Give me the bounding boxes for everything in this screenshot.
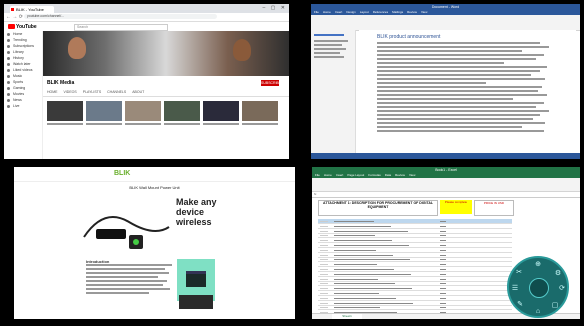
ribbon-tab[interactable]: View: [421, 10, 427, 15]
word-statusbar: [311, 153, 580, 159]
tab-channels[interactable]: CHANNELS: [107, 90, 126, 96]
address-bar: ← → ⟳ youtube.com/channel/...: [4, 13, 289, 22]
menu-icon: [7, 32, 10, 36]
back-forward-icon[interactable]: ← → ⟳: [6, 13, 23, 21]
radial-item-icon[interactable]: ✎: [516, 301, 524, 309]
menu-icon: [7, 50, 10, 54]
video-thumbnail[interactable]: [86, 101, 122, 127]
menu-icon: [7, 86, 10, 90]
navigation-pane: [311, 30, 356, 153]
ribbon-tab[interactable]: File: [314, 10, 319, 15]
youtube-main: BLIK Media SUBSCRIBE HOME VIDEOS PLAYLIS…: [43, 31, 289, 159]
play-icon: [8, 24, 15, 30]
menu-icon: [7, 92, 10, 96]
ribbon-tabs: File Home Insert Design Layout Reference…: [311, 10, 580, 15]
radial-item-icon[interactable]: ▢: [551, 302, 559, 310]
ad-headline: Make any device wireless: [176, 197, 217, 227]
browser-window: BLIK - YouTube – ▢ ✕ ← → ⟳ youtube.com/c…: [4, 4, 289, 159]
url-field[interactable]: youtube.com/channel/...: [24, 14, 217, 19]
radial-center-button[interactable]: [529, 278, 549, 298]
sheet-header: ATTACHMENT 1: DESCRIPTION FOR PROCUREMEN…: [318, 200, 438, 216]
menu-icon: [7, 98, 10, 102]
site-logo[interactable]: BLIK: [114, 170, 130, 177]
ribbon-tab[interactable]: Review: [407, 10, 417, 15]
youtube-favicon-icon: [11, 8, 14, 11]
menu-icon: [7, 74, 10, 78]
ribbon-tab[interactable]: Home: [323, 10, 331, 15]
product-page-window: BLIK BLIK Wall Mount Power Unit Make any…: [14, 167, 295, 319]
menu-icon: [7, 62, 10, 66]
radial-menu[interactable]: ⊕ ⚙ ⟳ ▢ ⌂ ✎ ☰ ✂: [507, 256, 569, 318]
ribbon-tab[interactable]: Home: [324, 173, 332, 178]
document-page[interactable]: BLIK product announcement: [359, 30, 576, 153]
excel-ribbon: File Home Insert Page Layout Formulas Da…: [312, 173, 580, 192]
sheet-tab[interactable]: Sheet1: [332, 314, 362, 319]
menu-icon: [7, 44, 10, 48]
ribbon-tab[interactable]: Insert: [336, 173, 344, 178]
radial-item-icon[interactable]: ⌂: [534, 308, 542, 316]
ribbon-tab[interactable]: File: [315, 173, 320, 178]
sidebar-item[interactable]: Live: [4, 103, 42, 109]
radial-item-icon[interactable]: ⟳: [558, 285, 566, 293]
window-controls[interactable]: – ▢ ✕: [263, 5, 287, 11]
word-window: Document - Word File Home Insert Design …: [311, 4, 580, 159]
red-note-cell: PRICE IN USD: [474, 200, 514, 216]
tab-about[interactable]: ABOUT: [132, 90, 144, 96]
ribbon-tab[interactable]: View: [409, 173, 415, 178]
video-thumbnail[interactable]: [125, 101, 161, 127]
youtube-sidebar: Home Trending Subscriptions Library Hist…: [4, 31, 43, 159]
subscribe-button[interactable]: SUBSCRIBE: [261, 80, 281, 86]
video-thumbnail[interactable]: [203, 101, 239, 127]
ribbon-tab[interactable]: Layout: [360, 10, 369, 15]
menu-icon: [7, 56, 10, 60]
ribbon-tab[interactable]: Review: [395, 173, 405, 178]
browser-tabbar: BLIK - YouTube – ▢ ✕: [4, 4, 289, 13]
radial-item-icon[interactable]: ⊕: [534, 261, 542, 269]
ribbon-tab[interactable]: Insert: [335, 10, 343, 15]
tab-playlists[interactable]: PLAYLISTS: [83, 90, 101, 96]
ribbon-tab[interactable]: Formulas: [368, 173, 381, 178]
video-thumbnail[interactable]: [47, 101, 83, 127]
video-row: [43, 97, 289, 131]
search-input[interactable]: Search: [74, 24, 168, 31]
word-ribbon: File Home Insert Design Layout Reference…: [311, 10, 580, 31]
menu-icon: [7, 80, 10, 84]
ribbon-tabs: File Home Insert Page Layout Formulas Da…: [312, 173, 580, 178]
person-image: [68, 37, 86, 59]
tab-videos[interactable]: VIDEOS: [64, 90, 77, 96]
tab-home[interactable]: HOME: [47, 90, 58, 96]
menu-icon: [7, 104, 10, 108]
ribbon-tab[interactable]: Mailings: [392, 10, 403, 15]
page-title: BLIK Wall Mount Power Unit: [129, 185, 180, 190]
browser-tab[interactable]: BLIK - YouTube: [10, 6, 54, 13]
menu-icon: [7, 68, 10, 72]
person-image: [233, 39, 251, 61]
yellow-note-cell: Please complete: [440, 200, 472, 214]
radial-item-icon[interactable]: ⚙: [554, 270, 562, 278]
document-heading: BLIK product announcement: [377, 34, 441, 40]
menu-icon: [7, 38, 10, 42]
ribbon-tab[interactable]: Data: [385, 173, 391, 178]
ribbon-tab[interactable]: Page Layout: [347, 173, 364, 178]
ribbon-tab[interactable]: Design: [346, 10, 355, 15]
product-photo: [179, 295, 213, 309]
article-body: Introduction: [86, 259, 176, 296]
channel-header: BLIK Media SUBSCRIBE: [43, 76, 289, 90]
video-thumbnail[interactable]: [242, 101, 278, 127]
video-thumbnail[interactable]: [164, 101, 200, 127]
ribbon-tab[interactable]: References: [373, 10, 388, 15]
youtube-logo[interactable]: YouTube: [8, 24, 37, 30]
channel-tabs: HOME VIDEOS PLAYLISTS CHANNELS ABOUT: [43, 90, 289, 97]
channel-banner: [43, 31, 289, 76]
radial-item-icon[interactable]: ☰: [511, 285, 519, 293]
radial-item-icon[interactable]: ✂: [515, 269, 523, 277]
site-header: BLIK: [14, 167, 295, 182]
channel-name: BLIK Media: [47, 80, 75, 86]
